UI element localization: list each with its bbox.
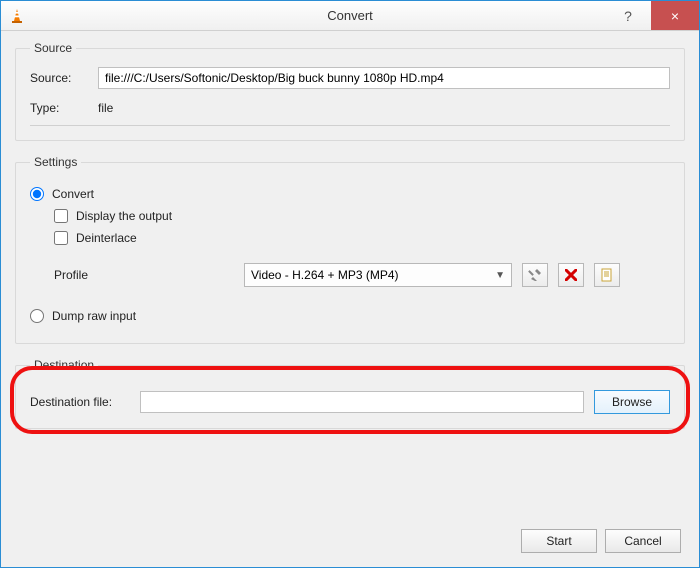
dump-raw-radio[interactable] [30, 309, 44, 323]
dialog-footer: Start Cancel [521, 529, 681, 553]
edit-profile-button[interactable] [522, 263, 548, 287]
source-input[interactable] [98, 67, 670, 89]
start-button[interactable]: Start [521, 529, 597, 553]
settings-legend: Settings [30, 155, 81, 169]
source-legend: Source [30, 41, 76, 55]
convert-radio-label: Convert [52, 187, 94, 201]
titlebar: Convert ? × [1, 1, 699, 31]
destination-group: Destination Destination file: Browse [15, 358, 685, 429]
display-output-checkbox[interactable] [54, 209, 68, 223]
display-output-label: Display the output [76, 209, 172, 223]
deinterlace-label: Deinterlace [76, 231, 137, 245]
vlc-cone-icon [7, 6, 27, 26]
delete-profile-button[interactable] [558, 263, 584, 287]
help-button[interactable]: ? [605, 1, 651, 30]
close-icon: × [671, 8, 679, 24]
profile-select-value: Video - H.264 + MP3 (MP4) [251, 268, 399, 282]
deinterlace-checkbox[interactable] [54, 231, 68, 245]
destination-file-input[interactable] [140, 391, 584, 413]
cancel-button[interactable]: Cancel [605, 529, 681, 553]
profile-label: Profile [54, 268, 234, 282]
new-profile-icon [600, 268, 614, 282]
profile-select[interactable]: Video - H.264 + MP3 (MP4) ▼ [244, 263, 512, 287]
delete-icon [565, 269, 577, 281]
window-title: Convert [1, 8, 699, 23]
settings-group: Settings Convert Display the output Dein… [15, 155, 685, 344]
destination-legend: Destination [30, 358, 98, 372]
convert-radio[interactable] [30, 187, 44, 201]
type-label: Type: [30, 101, 90, 115]
destination-file-label: Destination file: [30, 395, 130, 409]
chevron-down-icon: ▼ [495, 270, 505, 281]
new-profile-button[interactable] [594, 263, 620, 287]
tools-icon [528, 268, 542, 282]
source-label: Source: [30, 71, 90, 85]
source-group: Source Source: Type: file [15, 41, 685, 141]
window-body: Source Source: Type: file Settings Conve… [1, 31, 699, 567]
help-icon: ? [624, 8, 632, 24]
dump-raw-label: Dump raw input [52, 309, 136, 323]
type-value: file [98, 101, 113, 115]
close-button[interactable]: × [651, 1, 699, 30]
browse-button[interactable]: Browse [594, 390, 670, 414]
